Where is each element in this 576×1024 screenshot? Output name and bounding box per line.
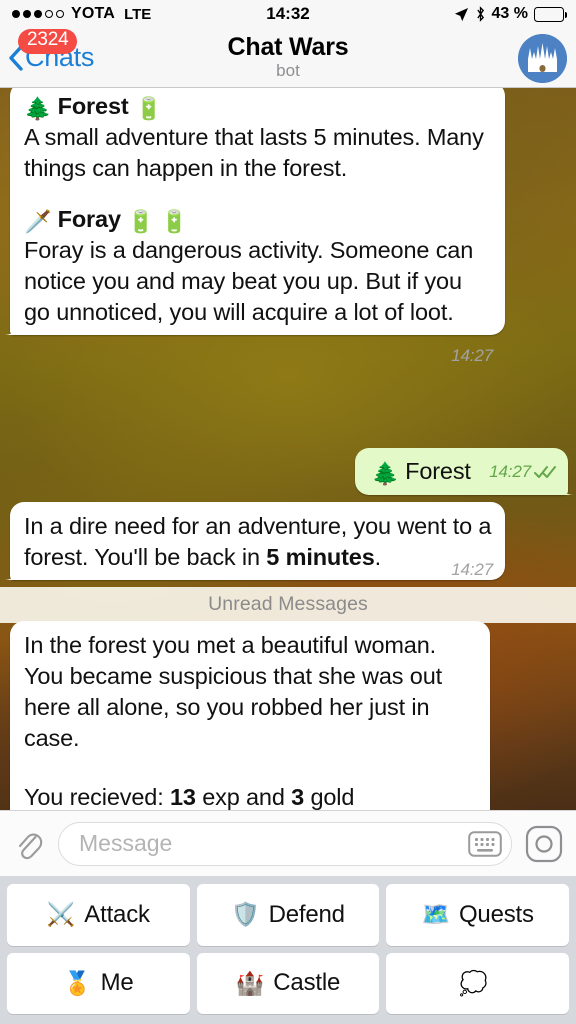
keyboard-key-more[interactable]: 💭 xyxy=(386,952,569,1014)
shield-icon: 🛡️ xyxy=(231,901,260,928)
battery-percent-label: 43 % xyxy=(491,5,528,22)
location-arrow-icon xyxy=(454,7,468,21)
keyboard-key-quests[interactable]: 🗺️ Quests xyxy=(386,884,569,946)
message-bubble-forest-command[interactable]: 🌲 Forest 14:27 xyxy=(355,448,568,495)
message-bubble-forest-foray-info[interactable]: 🌲 Forest 🔋 A small adventure that lasts … xyxy=(10,88,505,365)
received-label: You recieved: xyxy=(24,784,170,810)
castle-icon: 🏰 xyxy=(235,969,265,996)
message-row-outgoing: 🌲 Forest 14:27 xyxy=(355,448,568,495)
chat-subtitle: bot xyxy=(276,61,300,81)
forest-label: Forest xyxy=(57,93,129,119)
foray-label: Foray xyxy=(57,206,121,232)
message-line-foray-desc: Foray is a dangerous activity. Someone c… xyxy=(24,235,493,365)
dagger-icon: 🗡️ xyxy=(24,209,52,234)
unread-messages-divider: Unread Messages xyxy=(0,587,576,623)
record-button[interactable] xyxy=(524,824,564,864)
keyboard-key-label: Me xyxy=(100,969,134,997)
castle-avatar-icon xyxy=(518,34,567,83)
bluetooth-icon xyxy=(476,6,484,22)
record-voice-icon xyxy=(525,825,563,862)
message-timestamp: 14:27 xyxy=(489,462,531,481)
message-bubble-went-to-forest[interactable]: In a dire need for an adventure, you wen… xyxy=(10,502,505,580)
battery-emoji-icon: 🔋 xyxy=(134,96,163,121)
avatar[interactable] xyxy=(518,34,567,83)
map-icon: 🗺️ xyxy=(421,901,451,928)
keyboard-key-label: Defend xyxy=(268,900,345,928)
outgoing-message-meta: 14:27 xyxy=(489,456,556,487)
went-to-forest-bold: 5 minutes xyxy=(266,544,375,570)
bot-commands-button[interactable] xyxy=(467,829,503,859)
crossed-swords-icon: ⚔️ xyxy=(46,901,76,928)
back-button[interactable]: Chats 2324 xyxy=(0,29,94,73)
gold-value: 3 xyxy=(291,784,305,810)
message-line-foray-title: 🗡️ Foray 🔋 🔋 xyxy=(24,204,493,235)
unread-count-badge: 2324 xyxy=(18,29,78,54)
message-input-field[interactable] xyxy=(58,821,512,866)
message-line-forest-title: 🌲 Forest 🔋 xyxy=(24,91,493,122)
navigation-bar: Chats 2324 Chat Wars bot xyxy=(0,28,576,88)
chat-title: Chat Wars xyxy=(227,32,349,61)
keyboard-key-label: Attack xyxy=(84,900,150,928)
message-input-bar xyxy=(0,810,576,876)
keyboard-key-defend[interactable]: 🛡️ Defend xyxy=(196,884,380,946)
status-bar-right: 43 % xyxy=(454,5,568,23)
exp-mid: exp and xyxy=(195,784,292,810)
bot-keyboard-icon xyxy=(468,830,502,857)
battery-emoji-icon: 🔋 xyxy=(127,209,155,234)
message-row-info: 🌲 Forest 🔋 A small adventure that lasts … xyxy=(10,88,505,371)
result-paragraph: In the forest you met a beautiful woman.… xyxy=(24,632,443,751)
keyboard-key-me[interactable]: 🏅 Me xyxy=(7,952,190,1014)
keyboard-key-castle[interactable]: 🏰 Castle xyxy=(196,952,380,1014)
message-timestamp: 14:27 xyxy=(451,346,493,365)
keyboard-key-attack[interactable]: ⚔️ Attack xyxy=(7,884,190,946)
status-bar: YOTA LTE 14:32 43 % xyxy=(0,0,576,28)
message-input[interactable] xyxy=(77,829,467,858)
chat-message-area[interactable]: 🌲 Forest 🔋 A small adventure that lasts … xyxy=(0,88,576,810)
message-row-went-to-forest: In a dire need for an adventure, you wen… xyxy=(10,502,505,585)
keyboard-key-label: Castle xyxy=(273,969,341,997)
attach-button[interactable] xyxy=(12,824,46,864)
gold-tail: gold xyxy=(304,784,355,810)
went-to-forest-suffix: . xyxy=(374,544,382,570)
evergreen-tree-icon: 🌲 xyxy=(371,461,399,486)
message-row-forest-result: In the forest you met a beautiful woman.… xyxy=(10,621,490,810)
custom-bot-keyboard: ⚔️ Attack 🛡️ Defend 🗺️ Quests 🏅 Me 🏰 Cas… xyxy=(0,876,576,1024)
message-timestamp: 14:27 xyxy=(451,560,493,579)
double-check-icon xyxy=(534,465,556,478)
foray-desc-text: Foray is a dangerous activity. Someone c… xyxy=(24,237,474,325)
paperclip-icon xyxy=(18,833,43,859)
medal-icon: 🏅 xyxy=(63,969,92,996)
message-bubble-forest-result[interactable]: In the forest you met a beautiful woman.… xyxy=(10,621,490,810)
keyboard-key-label: Quests xyxy=(458,900,534,928)
battery-icon xyxy=(534,6,568,22)
speech-balloon-icon: 💭 xyxy=(458,969,488,996)
exp-value: 13 xyxy=(169,784,196,810)
battery-emoji-icon-2: 🔋 xyxy=(160,209,189,234)
outgoing-message-text: Forest xyxy=(405,458,471,484)
evergreen-tree-icon: 🌲 xyxy=(24,96,52,121)
status-bar-left: YOTA LTE xyxy=(12,5,151,23)
result-line-exp-gold: You recieved: 13 exp and 3 gold xyxy=(24,782,478,810)
message-line-forest-desc: A small adventure that lasts 5 minutes. … xyxy=(24,124,484,181)
network-type: LTE xyxy=(124,5,152,23)
went-to-forest-prefix: In a dire need for an adventure, you wen… xyxy=(24,513,492,570)
signal-strength-icon xyxy=(12,10,64,18)
carrier-name: YOTA xyxy=(71,5,116,22)
